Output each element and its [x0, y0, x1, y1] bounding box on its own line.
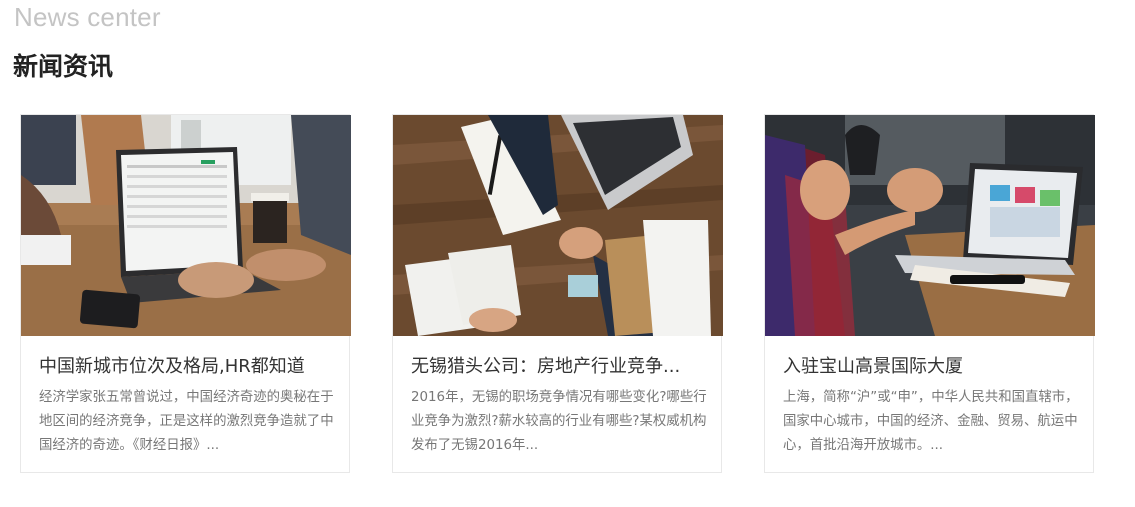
news-card-description: 上海，简称“沪”或“申”，中华人民共和国直辖市，国家中心城市，中国的经济、金融、… [783, 390, 1079, 453]
section-english-title: News center [14, 2, 161, 32]
news-card[interactable]: 无锡猎头公司：房地产行业竞争... 2016年，无锡的职场竞争情况有哪些变化?哪… [392, 114, 723, 473]
news-card-description: 经济学家张五常曾说过，中国经济奇迹的奥秘在于地区间的经济竞争，正是这样的激烈竞争… [39, 390, 334, 453]
news-card[interactable]: 中国新城市位次及格局,HR都知道 经济学家张五常曾说过，中国经济奇迹的奥秘在于地… [20, 114, 351, 473]
news-card-title[interactable]: 中国新城市位次及格局,HR都知道 [39, 352, 335, 378]
news-card-title[interactable]: 无锡猎头公司：房地产行业竞争... [411, 352, 707, 378]
news-card-description: 2016年，无锡的职场竞争情况有哪些变化?哪些行业竞争为激烈?薪水较高的行业有哪… [411, 390, 707, 453]
news-image-laptop-office[interactable] [21, 115, 351, 336]
news-image-meeting[interactable] [765, 115, 1095, 336]
news-card-title[interactable]: 入驻宝山高景国际大厦 [783, 352, 1079, 378]
news-card[interactable]: 入驻宝山高景国际大厦 上海，简称“沪”或“申”，中华人民共和国直辖市，国家中心城… [764, 114, 1095, 473]
news-image-handshake[interactable] [393, 115, 723, 336]
section-chinese-title: 新闻资讯 [13, 52, 114, 81]
